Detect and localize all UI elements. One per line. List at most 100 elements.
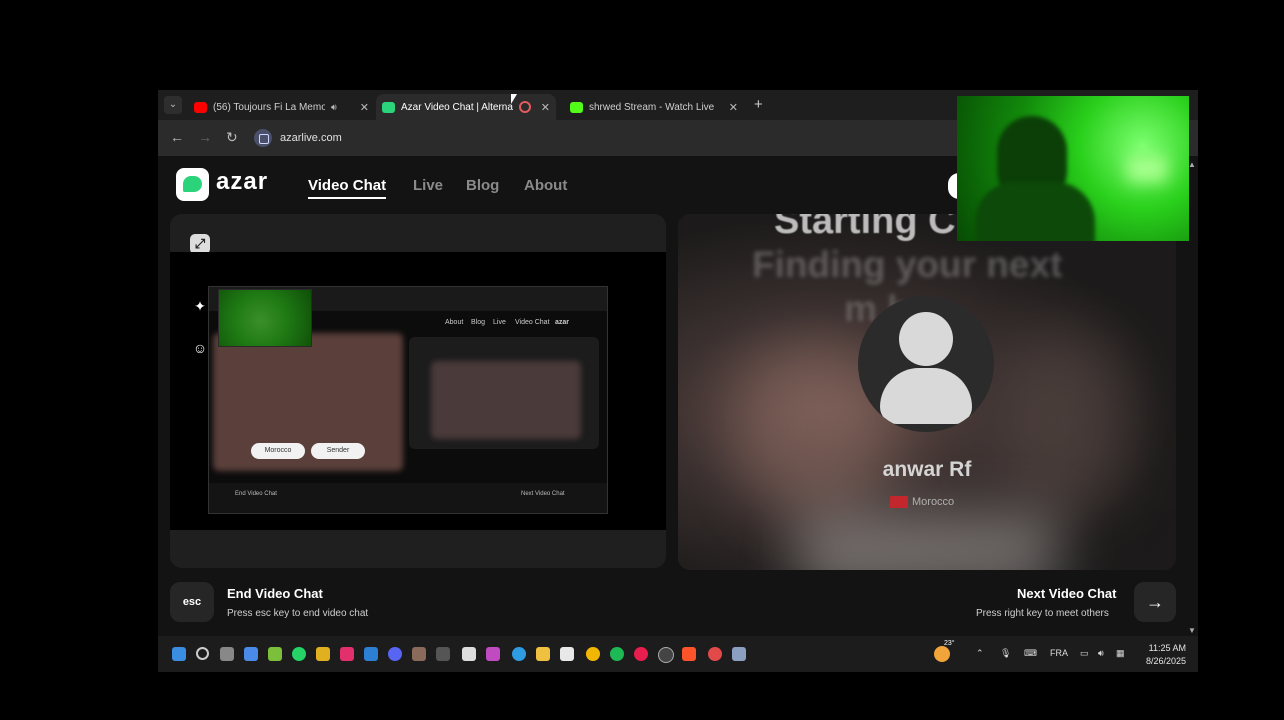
nav-video-chat[interactable]: Video Chat (308, 177, 387, 199)
file-explorer-icon[interactable] (536, 647, 550, 661)
url-text: azarlive.com (280, 132, 342, 144)
peer-video-panel: Starting C Finding your next m h. anwar … (678, 214, 1176, 570)
taskbar: 23° ⌃ 🎙︎ ⌨ FRA ▭ 🔊︎ ▦ 11:25 AM 8/26/2025 (158, 636, 1198, 672)
expand-icon[interactable]: ⤢ (190, 234, 210, 254)
app-icon[interactable] (436, 647, 450, 661)
mini-nav-item: Video Chat (515, 319, 550, 326)
mini-nav-item: Live (493, 319, 506, 326)
morocco-flag-icon (890, 496, 908, 508)
azar-favicon-icon (382, 101, 395, 113)
peer-avatar (858, 296, 994, 432)
user-icon-body (880, 368, 972, 424)
next-chat-hint: Press right key to meet others (976, 608, 1109, 619)
end-chat-button[interactable]: esc (170, 582, 214, 622)
blur-shape (998, 334, 1128, 514)
tab-title: Azar Video Chat | Alternati (401, 101, 513, 113)
mini-chip: Sender (311, 443, 365, 459)
site-info-icon[interactable] (254, 129, 272, 147)
settings-icon[interactable] (732, 647, 746, 661)
nav-blog[interactable]: Blog (466, 177, 499, 194)
close-icon[interactable]: ✕ (360, 101, 369, 114)
app-icon[interactable] (486, 647, 500, 661)
recording-icon (519, 101, 531, 113)
mini-nested-screen (431, 361, 581, 439)
peer-country: Morocco (890, 496, 954, 508)
mini-webcam (218, 289, 312, 347)
clock-date: 8/26/2025 (1145, 656, 1186, 666)
scrollbar[interactable]: ▲ ▼ (1188, 160, 1196, 638)
mini-logo: azar (555, 319, 570, 326)
close-icon[interactable]: ✕ (729, 101, 738, 114)
network-icon[interactable]: ▦ (1116, 648, 1125, 659)
app-icon[interactable] (268, 647, 282, 661)
app-icon[interactable] (708, 647, 722, 661)
weather-icon[interactable] (934, 646, 950, 662)
search-icon[interactable] (196, 647, 209, 660)
app-icon[interactable] (412, 647, 426, 661)
task-view-icon[interactable] (220, 647, 234, 661)
tab-azar[interactable]: Azar Video Chat | Alternati ✕ (376, 94, 556, 120)
back-icon[interactable]: ← (170, 129, 184, 145)
chevron-up-icon[interactable]: ⌃ (976, 648, 984, 659)
blur-shape (798, 514, 1058, 570)
volume-icon[interactable]: 🔊︎ (1098, 648, 1104, 659)
end-chat-hint: Press esc key to end video chat (227, 608, 369, 619)
weather-temp: 23° (944, 640, 955, 647)
user-icon (899, 312, 953, 366)
app-icon[interactable] (462, 647, 476, 661)
instagram-icon[interactable] (340, 647, 354, 661)
tab-kick[interactable]: shrwed Stream - Watch Live on ✕ (570, 94, 738, 120)
nav-live[interactable]: Live (413, 177, 443, 194)
youtube-icon (194, 101, 207, 113)
scroll-up-icon[interactable]: ▲ (1188, 160, 1196, 169)
sparkle-icon[interactable]: ✦ (192, 298, 208, 314)
next-chat-button[interactable]: → (1134, 582, 1176, 622)
copilot-icon[interactable] (244, 647, 258, 661)
next-chat-title: Next Video Chat (1017, 586, 1117, 601)
new-tab-button[interactable]: + (754, 96, 763, 113)
close-icon[interactable]: ✕ (541, 101, 550, 114)
mini-footer-text: End Video Chat (235, 491, 277, 497)
mini-footer: End Video Chat Next Video Chat (209, 483, 607, 513)
tab-search-icon[interactable]: ⌄ (164, 96, 182, 114)
scroll-down-icon[interactable]: ▼ (1188, 626, 1196, 635)
status-heading: Starting C (774, 214, 956, 242)
microphone-icon[interactable]: 🎙︎ (1000, 648, 1011, 659)
self-video-panel: ⤢ ✦ ☺ azar Video Chat Live Blog About Mo… (170, 214, 666, 568)
vscode-icon[interactable] (364, 647, 378, 661)
smiley-icon[interactable]: ☺ (192, 340, 208, 356)
webcam-overlay (957, 96, 1189, 241)
edge-icon[interactable] (512, 647, 526, 661)
end-chat-title: End Video Chat (227, 586, 323, 601)
forward-icon[interactable]: → (198, 129, 212, 145)
brave-icon[interactable] (682, 647, 696, 661)
display-icon[interactable]: ▭ (1080, 648, 1089, 659)
mini-nav-item: About (445, 319, 464, 326)
app-icon[interactable] (634, 647, 648, 661)
spotify-icon[interactable] (610, 647, 624, 661)
tab-title: shrwed Stream - Watch Live on (589, 101, 717, 113)
tab-youtube[interactable]: (56) Toujours Fi La Memoir 🔊︎ ✕ (194, 94, 369, 120)
whatsapp-icon[interactable] (292, 647, 306, 661)
mini-chip: Morocco (251, 443, 305, 459)
kick-icon (570, 101, 583, 113)
peer-country-label: Morocco (912, 496, 955, 508)
mini-peer-video (213, 333, 403, 471)
chrome-icon[interactable] (586, 647, 600, 661)
reload-icon[interactable]: ↻ (226, 129, 238, 146)
app-icon[interactable] (658, 647, 674, 663)
light-glow (1127, 156, 1167, 182)
status-subtext: Finding your next (752, 244, 1063, 285)
keyboard-icon[interactable]: ⌨ (1024, 648, 1037, 659)
app-icon[interactable] (316, 647, 330, 661)
discord-icon[interactable] (388, 647, 402, 661)
speaker-icon[interactable]: 🔊︎ (331, 102, 337, 113)
azar-logo[interactable]: azar (216, 168, 268, 196)
clock[interactable]: 11:25 AM 8/26/2025 (1134, 642, 1186, 668)
language-indicator[interactable]: FRA (1050, 648, 1068, 658)
azar-logo-icon[interactable] (176, 168, 209, 201)
nav-about[interactable]: About (524, 177, 567, 194)
clock-time: 11:25 AM (1148, 643, 1186, 653)
app-icon[interactable] (560, 647, 574, 661)
windows-start-icon[interactable] (172, 647, 186, 661)
